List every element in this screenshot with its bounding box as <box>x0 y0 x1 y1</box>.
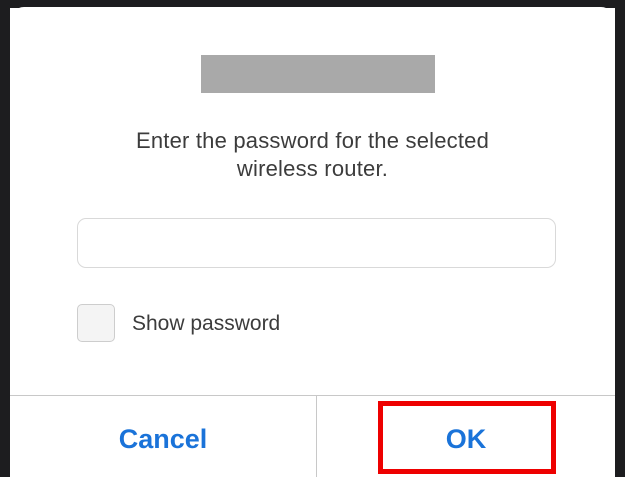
background-edge-left <box>0 0 10 477</box>
dialog-message: Enter the password for the selected wire… <box>10 127 615 183</box>
background-edge-right <box>615 0 625 477</box>
password-dialog: Enter the password for the selected wire… <box>10 7 615 477</box>
dialog-message-line-2: wireless router. <box>236 156 389 181</box>
ok-button[interactable]: OK <box>317 396 615 477</box>
cancel-button[interactable]: Cancel <box>10 396 316 477</box>
show-password-checkbox[interactable] <box>77 304 115 342</box>
dialog-title-redacted <box>201 55 435 93</box>
dialog-message-line-1: Enter the password for the selected <box>135 128 490 153</box>
password-input[interactable] <box>77 218 556 268</box>
show-password-label[interactable]: Show password <box>132 311 280 337</box>
screen: Enter the password for the selected wire… <box>0 0 625 477</box>
